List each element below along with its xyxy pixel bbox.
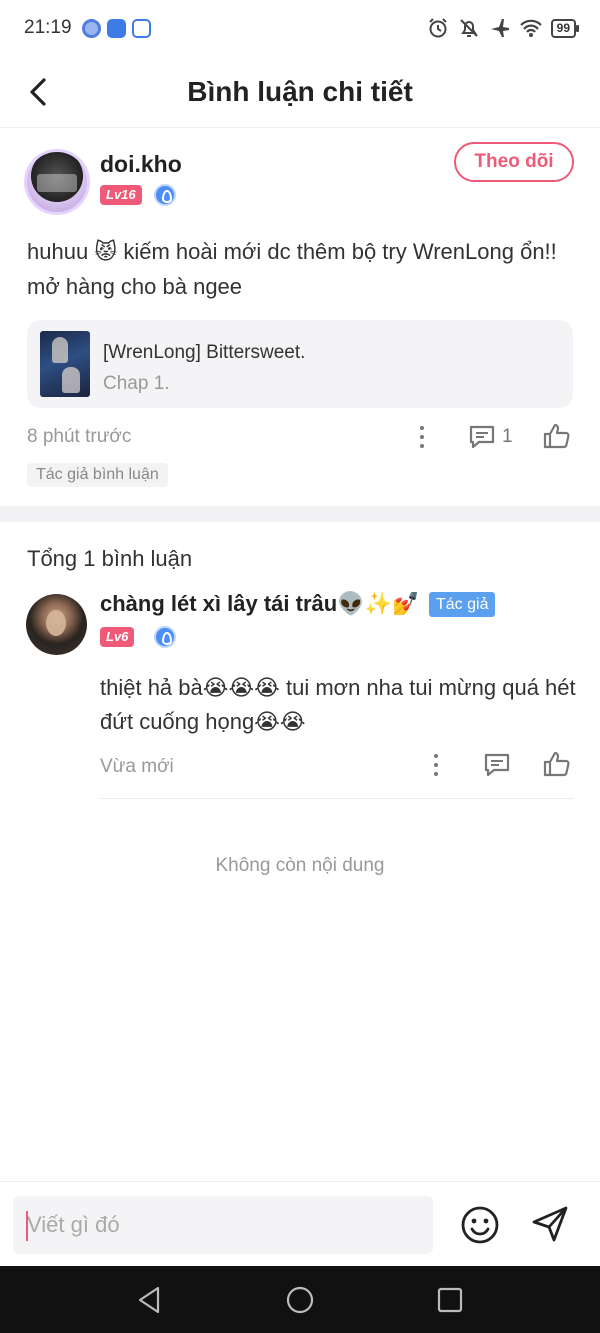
section-divider <box>0 506 600 522</box>
status-time: 21:19 <box>24 17 72 38</box>
text-cursor <box>26 1211 28 1241</box>
story-chapter: Chap 1. <box>103 373 170 394</box>
comment-text: huhuu 😾 kiếm hoài mới dc thêm bộ try Wre… <box>27 239 557 299</box>
comment-meta-row: 8 phút trước 1 <box>0 421 600 451</box>
reply-time: Vừa mới <box>100 756 174 777</box>
more-options-icon[interactable] <box>410 424 434 450</box>
alarm-icon <box>428 18 447 38</box>
reply-item: chàng lét xì lây tái trâu👽✨💅 Tác giả Lv6… <box>0 584 600 800</box>
battery-icon: 99 <box>550 18 580 38</box>
wifi-icon <box>519 19 542 37</box>
sync-icon <box>81 18 101 38</box>
avatar[interactable] <box>26 594 87 655</box>
send-button[interactable] <box>530 1204 570 1244</box>
comment-input-bar <box>0 1181 600 1266</box>
download-icon <box>106 18 126 38</box>
header: Bình luận chi tiết <box>0 56 600 128</box>
end-of-content-text: Không còn nội dung <box>215 855 385 876</box>
comment-input[interactable] <box>13 1196 433 1254</box>
verified-icon <box>154 184 176 206</box>
page-title: Bình luận chi tiết <box>187 76 413 107</box>
username[interactable]: doi.kho <box>100 151 182 178</box>
system-navigation-bar <box>0 1266 600 1333</box>
nav-recents-icon[interactable] <box>434 1284 466 1316</box>
mute-bell-icon <box>459 19 478 37</box>
level-badge: Lv16 <box>100 185 142 205</box>
reply-icon[interactable] <box>468 424 496 450</box>
author-comment-tag: Tác giả bình luận <box>27 463 168 487</box>
reply-divider <box>100 798 574 799</box>
story-cover-image <box>40 331 90 397</box>
reply-text: thiệt hả bà😭😭😭 tui mơn nha tui mừng quá … <box>100 675 576 734</box>
reply-icon[interactable] <box>483 752 511 778</box>
author-badge: Tác giả <box>429 592 496 617</box>
nav-back-icon[interactable] <box>134 1284 166 1316</box>
nav-home-icon[interactable] <box>284 1284 316 1316</box>
shield-icon <box>131 18 151 38</box>
comment-time: 8 phút trước <box>27 426 132 447</box>
status-bar: 21:19 99 <box>0 0 600 56</box>
level-badge: Lv6 <box>100 627 135 647</box>
verified-icon <box>154 626 176 648</box>
emoji-button[interactable] <box>460 1205 500 1245</box>
main-comment: doi.kho Lv16 Theo dõi huhuu 😾 kiếm hoài … <box>0 129 600 506</box>
like-icon[interactable] <box>542 422 572 450</box>
story-card[interactable]: [WrenLong] Bittersweet. Chap 1. <box>27 320 573 408</box>
total-comments-count: Tổng 1 bình luận <box>27 546 193 571</box>
airplane-icon <box>490 19 509 37</box>
username[interactable]: chàng lét xì lây tái trâu👽✨💅 <box>100 591 419 617</box>
more-options-icon[interactable] <box>424 752 448 778</box>
like-icon[interactable] <box>542 750 572 778</box>
avatar[interactable] <box>24 149 90 215</box>
follow-button[interactable]: Theo dõi <box>454 142 574 182</box>
story-title: [WrenLong] Bittersweet. <box>103 342 306 363</box>
reply-count: 1 <box>502 426 513 447</box>
